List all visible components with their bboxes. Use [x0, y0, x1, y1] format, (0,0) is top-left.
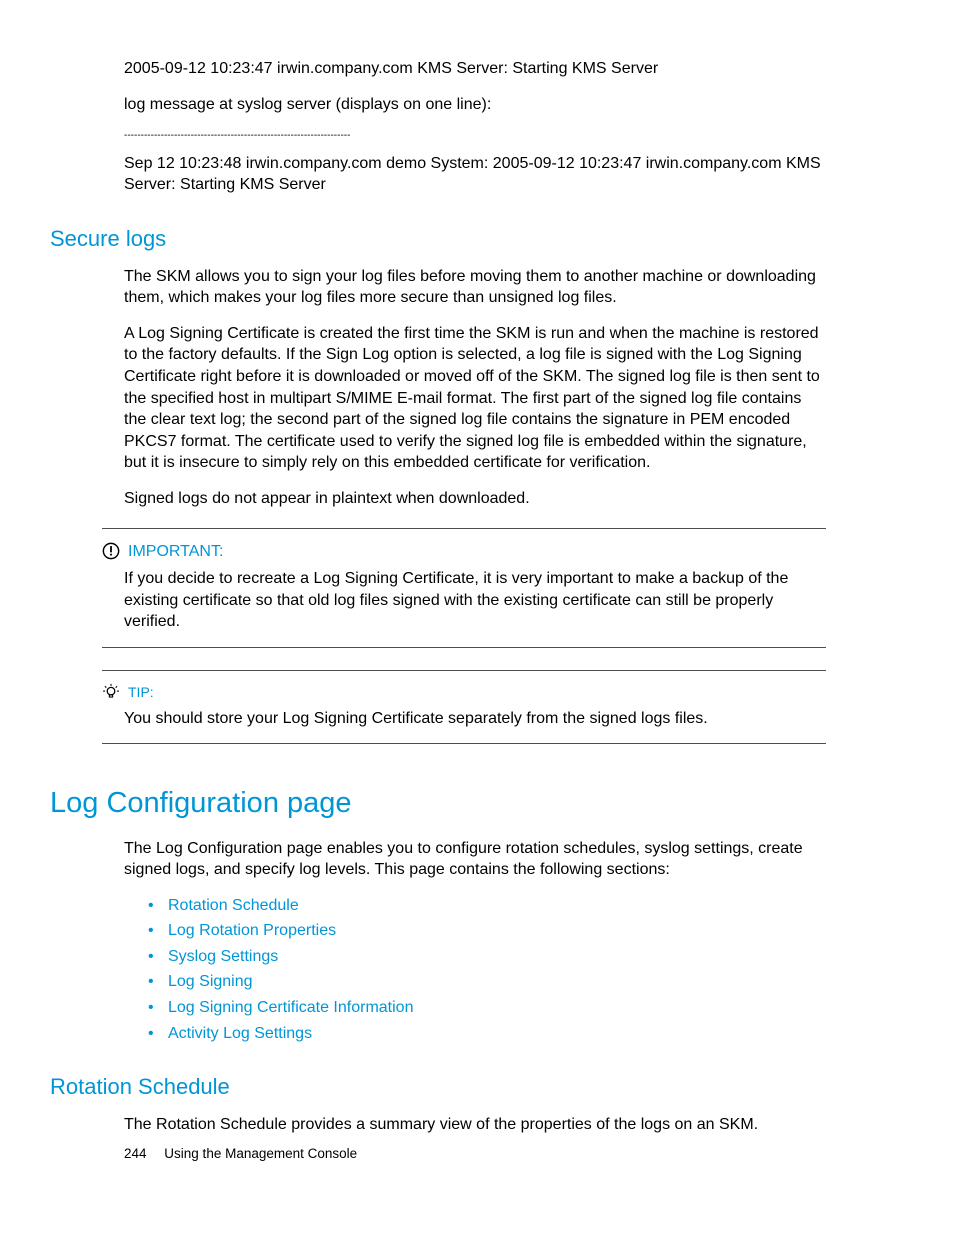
page: 2005-09-12 10:23:47 irwin.company.com KM…: [0, 0, 954, 1235]
important-body: If you decide to recreate a Log Signing …: [124, 568, 826, 633]
footer-title: Using the Management Console: [164, 1146, 357, 1161]
tip-box: TIP: You should store your Log Signing C…: [102, 670, 826, 744]
link-activity-log-settings[interactable]: Activity Log Settings: [168, 1025, 312, 1042]
log-line-2: log message at syslog server (displays o…: [124, 94, 826, 116]
secure-logs-p1: The SKM allows you to sign your log file…: [124, 266, 826, 309]
page-number: 244: [124, 1146, 147, 1161]
important-icon: [102, 542, 120, 560]
heading-secure-logs: Secure logs: [50, 224, 826, 254]
link-rotation-schedule[interactable]: Rotation Schedule: [168, 897, 299, 914]
separator-line: ----------------------------------------…: [124, 129, 826, 143]
list-item: Log Signing: [146, 971, 826, 993]
link-log-rotation-properties[interactable]: Log Rotation Properties: [168, 922, 336, 939]
top-log-block: 2005-09-12 10:23:47 irwin.company.com KM…: [124, 58, 826, 196]
list-item: Log Rotation Properties: [146, 920, 826, 942]
secure-logs-p3: Signed logs do not appear in plaintext w…: [124, 488, 826, 510]
tip-label: TIP:: [128, 683, 154, 702]
log-line-3: Sep 12 10:23:48 irwin.company.com demo S…: [124, 153, 826, 196]
page-footer: 244 Using the Management Console: [124, 1145, 357, 1163]
heading-log-config: Log Configuration page: [50, 784, 826, 823]
log-config-intro: The Log Configuration page enables you t…: [124, 838, 826, 881]
link-syslog-settings[interactable]: Syslog Settings: [168, 948, 278, 965]
list-item: Syslog Settings: [146, 946, 826, 968]
link-log-signing-cert[interactable]: Log Signing Certificate Information: [168, 999, 413, 1016]
heading-rotation-schedule: Rotation Schedule: [50, 1072, 826, 1102]
list-item: Activity Log Settings: [146, 1023, 826, 1045]
tip-icon: [102, 683, 120, 701]
list-item: Rotation Schedule: [146, 895, 826, 917]
list-item: Log Signing Certificate Information: [146, 997, 826, 1019]
tip-head: TIP:: [102, 683, 826, 702]
rotation-body: The Rotation Schedule provides a summary…: [124, 1114, 826, 1136]
log-line-1: 2005-09-12 10:23:47 irwin.company.com KM…: [124, 58, 826, 80]
important-head: IMPORTANT:: [102, 541, 826, 563]
tip-body: You should store your Log Signing Certif…: [124, 708, 826, 730]
important-box: IMPORTANT: If you decide to recreate a L…: [102, 528, 826, 648]
log-config-links: Rotation Schedule Log Rotation Propertie…: [146, 895, 826, 1045]
link-log-signing[interactable]: Log Signing: [168, 973, 253, 990]
important-label: IMPORTANT:: [128, 541, 223, 563]
secure-logs-p2: A Log Signing Certificate is created the…: [124, 323, 826, 474]
